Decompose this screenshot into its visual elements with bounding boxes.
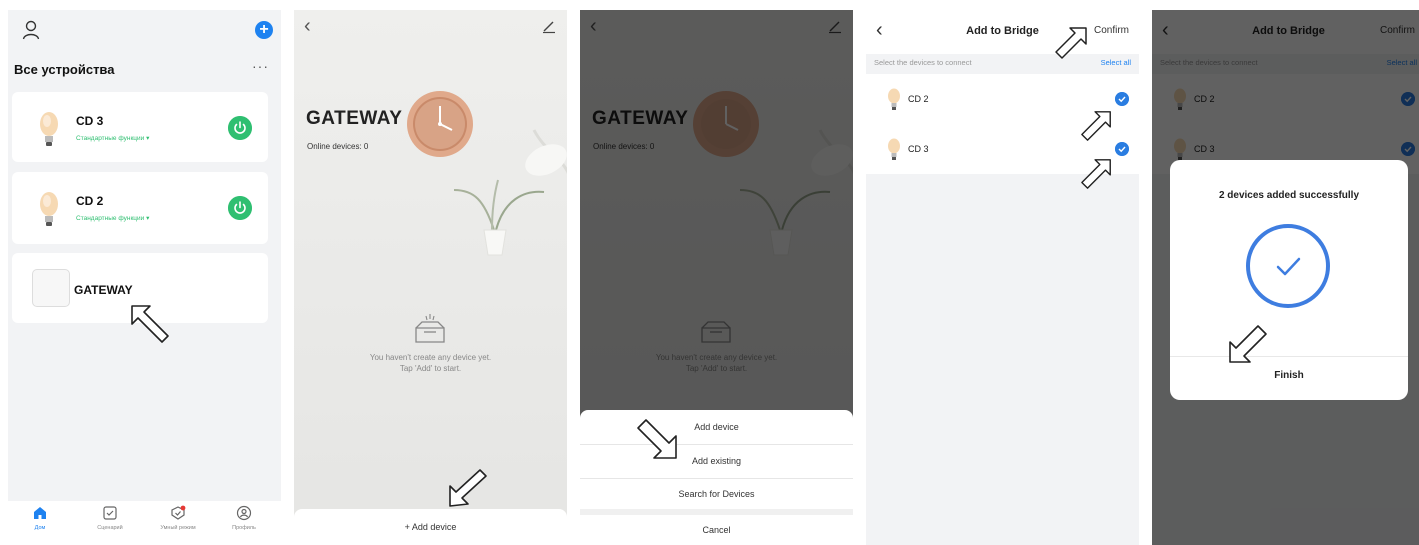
add-device-button[interactable]: + Add device <box>294 509 567 545</box>
gateway-icon <box>32 269 70 307</box>
pointer-arrow-icon <box>449 469 487 507</box>
empty-line-1: You haven't create any device yet. <box>369 353 492 362</box>
divider <box>580 478 853 479</box>
back-icon[interactable]: ‹ <box>304 16 311 36</box>
home-screen: + Все устройства ··· CD 3 Стандартные фу… <box>8 10 281 545</box>
tab-profile[interactable]: Профиль <box>214 505 274 531</box>
power-icon[interactable] <box>228 196 252 220</box>
device-name: CD 3 <box>908 144 929 154</box>
success-message: 2 devices added successfully <box>1218 190 1360 201</box>
sheet-add-existing[interactable]: Add existing <box>580 448 853 475</box>
select-all-link[interactable]: Select all <box>1101 58 1131 67</box>
home-top-bar: + <box>8 10 281 50</box>
device-name: CD 2 <box>76 194 104 208</box>
tab-smart-mode[interactable]: Умный режим <box>148 505 208 531</box>
pointer-arrow-icon <box>1081 111 1111 141</box>
pointer-arrow-icon <box>1055 27 1087 59</box>
empty-line-2: Tap 'Add' to start. <box>399 364 462 373</box>
confirm-button[interactable]: Confirm <box>1094 25 1129 36</box>
empty-state-text: You haven't create any device yet. Tap '… <box>294 352 567 374</box>
tab-label: Профиль <box>232 525 256 531</box>
check-icon[interactable] <box>1115 142 1129 156</box>
gateway-title: GATEWAY <box>306 108 403 129</box>
divider <box>580 509 853 515</box>
subtitle: Select the devices to connect <box>874 58 972 67</box>
device-name: CD 2 <box>908 94 929 104</box>
pointer-arrow-icon <box>131 305 169 343</box>
sheet-add-device[interactable]: Add device <box>580 414 853 441</box>
tab-label: Дом <box>34 525 46 531</box>
user-icon[interactable] <box>22 20 40 40</box>
header: ‹ Add to Bridge Confirm <box>866 10 1139 54</box>
more-icon[interactable]: ··· <box>252 58 269 74</box>
scenario-icon <box>103 506 117 520</box>
add-icon[interactable]: + <box>255 21 273 39</box>
gateway-action-sheet-screen: ‹ GATEWAY Online devices: 0 You haven't … <box>580 10 853 545</box>
pointer-arrow-icon <box>1081 159 1111 189</box>
clock-image <box>407 91 473 157</box>
bulb-icon <box>40 192 58 226</box>
action-sheet: Add device Add existing Search for Devic… <box>580 410 853 545</box>
gateway-screen: ‹ GATEWAY Online devices: 0 You haven't … <box>294 10 567 545</box>
device-card-cd2[interactable]: CD 2 Стандартные функции ▾ <box>12 172 268 244</box>
add-success-screen: ‹ Add to Bridge Confirm Select the devic… <box>1152 10 1419 545</box>
device-name: CD 3 <box>76 114 104 128</box>
check-icon[interactable] <box>1115 92 1129 106</box>
pointer-arrow-icon <box>1229 325 1267 363</box>
bulb-icon <box>888 88 900 110</box>
tab-home[interactable]: Дом <box>10 505 70 531</box>
pointer-arrow-icon <box>637 419 677 459</box>
device-functions-link[interactable]: Стандартные функции ▾ <box>76 134 149 142</box>
power-icon[interactable] <box>228 116 252 140</box>
device-name: GATEWAY <box>74 283 133 297</box>
tab-label: Сценарий <box>97 525 123 531</box>
bulb-icon <box>888 138 900 160</box>
online-devices-count: Online devices: 0 <box>307 142 369 151</box>
edit-icon[interactable] <box>541 18 557 34</box>
profile-icon <box>236 505 252 521</box>
smart-mode-icon <box>171 505 186 520</box>
device-card-cd3[interactable]: CD 3 Стандартные функции ▾ <box>12 92 268 162</box>
home-icon <box>34 507 46 519</box>
add-to-bridge-screen: ‹ Add to Bridge Confirm Select the devic… <box>866 10 1139 545</box>
device-functions-link[interactable]: Стандартные функции ▾ <box>76 214 149 222</box>
divider <box>1170 356 1408 357</box>
tab-scenario[interactable]: Сценарий <box>80 505 140 531</box>
finish-button[interactable]: Finish <box>1170 370 1408 381</box>
success-check-icon <box>1246 224 1330 308</box>
sheet-search-devices[interactable]: Search for Devices <box>580 481 853 508</box>
bulb-icon <box>40 112 58 146</box>
empty-box-icon <box>415 314 445 343</box>
success-dialog: 2 devices added successfully Finish <box>1170 160 1408 400</box>
divider <box>580 444 853 445</box>
tab-label: Умный режим <box>160 525 196 531</box>
page-title: Все устройства <box>14 62 115 77</box>
bottom-tab-bar: Дом Сценарий Умный режим Профиль <box>8 501 281 545</box>
sheet-cancel[interactable]: Cancel <box>580 517 853 544</box>
